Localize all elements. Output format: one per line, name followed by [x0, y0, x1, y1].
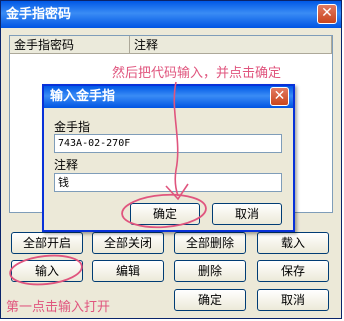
- dialog-cancel-button[interactable]: 取消: [212, 203, 282, 225]
- dialog-title: 输入金手指: [44, 86, 293, 108]
- code-field[interactable]: 743A-02-270F: [54, 134, 282, 153]
- dialog-close-icon[interactable]: ✕: [270, 87, 289, 106]
- column-header-note[interactable]: 注释: [130, 36, 332, 54]
- delete-button[interactable]: 删除: [174, 260, 246, 282]
- window-title: 金手指密码: [1, 1, 341, 28]
- ok-button[interactable]: 确定: [174, 289, 246, 311]
- input-cheat-dialog: 输入金手指 ✕ 金手指 743A-02-270F 注释 钱 确定 取消: [42, 84, 295, 232]
- save-button[interactable]: 保存: [257, 260, 329, 282]
- note-label: 注释: [54, 158, 79, 172]
- cancel-button[interactable]: 取消: [257, 289, 329, 311]
- code-label: 金手指: [54, 120, 91, 134]
- edit-button[interactable]: 编辑: [92, 260, 164, 282]
- input-button[interactable]: 输入: [11, 260, 83, 282]
- column-header-code[interactable]: 金手指密码: [10, 36, 130, 54]
- bottom-annotation: 第一点击输入打开: [6, 300, 111, 315]
- delete-all-button[interactable]: 全部删除: [174, 232, 246, 254]
- load-button[interactable]: 载入: [257, 232, 329, 254]
- note-field[interactable]: 钱: [54, 173, 282, 192]
- enable-all-button[interactable]: 全部开启: [11, 232, 83, 254]
- window-close-icon[interactable]: ✕: [317, 4, 337, 24]
- disable-all-button[interactable]: 全部关闭: [92, 232, 164, 254]
- dialog-ok-button[interactable]: 确定: [130, 203, 200, 225]
- top-annotation: 然后把代码输入，并点击确定: [112, 66, 282, 81]
